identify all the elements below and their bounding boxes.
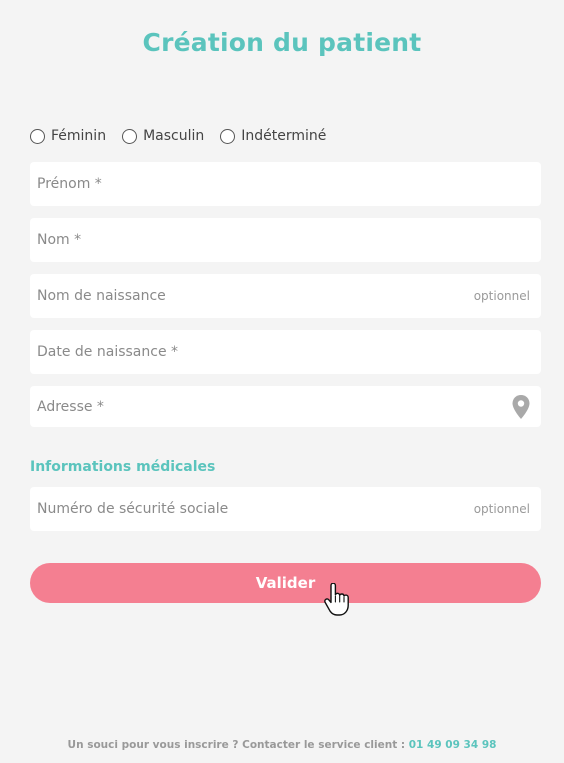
- optional-tag: optionnel: [473, 289, 530, 303]
- radio-label-masculin: Masculin: [143, 128, 205, 144]
- radio-circle-icon[interactable]: [122, 128, 138, 144]
- address-placeholder: Adresse *: [37, 398, 104, 415]
- first-name-placeholder: Prénom *: [37, 176, 102, 192]
- gender-radio-group: Féminin Masculin Indéterminé: [30, 126, 342, 146]
- birth-name-field[interactable]: Nom de naissance optionnel: [30, 274, 541, 318]
- location-pin-icon[interactable]: [512, 394, 530, 419]
- last-name-placeholder: Nom *: [37, 232, 82, 248]
- radio-circle-icon[interactable]: [220, 128, 236, 144]
- radio-label-indetermine: Indéterminé: [241, 128, 327, 144]
- page-title: Création du patient: [142, 28, 422, 57]
- radio-feminin[interactable]: Féminin: [30, 128, 106, 144]
- medical-section-title: Informations médicales: [30, 459, 216, 475]
- social-security-field[interactable]: Numéro de sécurité sociale optionnel: [30, 487, 541, 531]
- footer-text: Un souci pour vous inscrire ? Contacter …: [67, 739, 406, 751]
- birth-name-placeholder: Nom de naissance: [37, 288, 166, 304]
- birth-date-placeholder: Date de naissance *: [37, 344, 179, 360]
- footer: Un souci pour vous inscrire ? Contacter …: [0, 739, 564, 751]
- radio-label-feminin: Féminin: [51, 128, 107, 144]
- address-field[interactable]: Adresse *: [30, 386, 541, 427]
- submit-button[interactable]: Valider: [30, 563, 541, 603]
- support-phone-link[interactable]: 01 49 09 34 98: [409, 739, 497, 751]
- radio-indetermine[interactable]: Indéterminé: [220, 128, 326, 144]
- birth-date-field[interactable]: Date de naissance *: [30, 330, 541, 374]
- last-name-field[interactable]: Nom *: [30, 218, 541, 262]
- first-name-field[interactable]: Prénom *: [30, 162, 541, 206]
- social-security-placeholder: Numéro de sécurité sociale: [37, 501, 229, 517]
- radio-masculin[interactable]: Masculin: [122, 128, 204, 144]
- radio-circle-icon[interactable]: [30, 128, 45, 144]
- optional-tag: optionnel: [473, 502, 530, 516]
- hand-pointer-cursor-icon: [324, 583, 349, 616]
